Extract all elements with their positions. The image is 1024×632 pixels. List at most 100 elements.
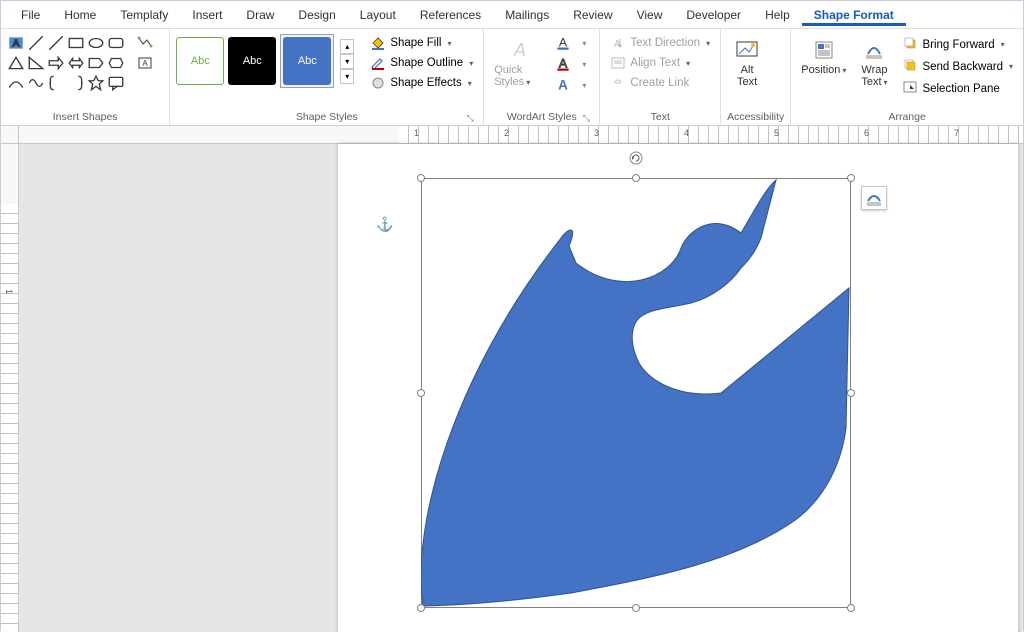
style-preset-1[interactable]: Abc	[176, 37, 224, 85]
anchor-icon[interactable]: ⚓	[376, 216, 393, 233]
menu-mailings[interactable]: Mailings	[493, 4, 561, 26]
svg-text:A: A	[559, 35, 568, 49]
menu-references[interactable]: References	[408, 4, 493, 26]
alt-text-label-2: Text	[737, 76, 757, 88]
h-ruler-tick: 7	[954, 128, 959, 138]
resize-handle-ml[interactable]	[417, 389, 425, 397]
text-direction-icon: A	[610, 35, 626, 51]
wrap-text-button[interactable]: Wrap Text	[854, 34, 894, 90]
shape-rtriangle-icon[interactable]	[27, 54, 45, 72]
resize-handle-bm[interactable]	[632, 604, 640, 612]
shape-hexagon-icon[interactable]	[107, 54, 125, 72]
shape-textbox-icon[interactable]: A	[7, 34, 25, 52]
style-gallery-down[interactable]: ▾	[340, 54, 354, 69]
shape-triangle-icon[interactable]	[7, 54, 25, 72]
shape-roundrect-icon[interactable]	[107, 34, 125, 52]
rotation-handle[interactable]	[628, 150, 644, 166]
text-outline-dropdown[interactable]: ▾	[575, 55, 593, 73]
svg-text:A: A	[142, 59, 148, 68]
shape-line2-icon[interactable]	[47, 34, 65, 52]
text-fill-dropdown[interactable]: ▾	[575, 34, 593, 52]
resize-handle-bl[interactable]	[417, 604, 425, 612]
menu-help[interactable]: Help	[753, 4, 802, 26]
shape-gallery[interactable]: A	[7, 34, 125, 92]
style-preset-2[interactable]: Abc	[228, 37, 276, 85]
draw-textbox-button[interactable]: A	[135, 54, 155, 72]
wordart-launcher[interactable]: ⤡	[581, 113, 591, 123]
shape-selection[interactable]	[421, 178, 851, 608]
alt-text-button[interactable]: Alt Text	[727, 34, 767, 90]
shape-doublearrow-icon[interactable]	[67, 54, 85, 72]
selection-pane-icon	[902, 79, 918, 98]
resize-handle-tm[interactable]	[632, 174, 640, 182]
resize-handle-tl[interactable]	[417, 174, 425, 182]
menu-bar: File Home Templafy Insert Draw Design La…	[1, 1, 1023, 29]
shape-star-icon[interactable]	[87, 74, 105, 92]
shape-fill-button[interactable]: Shape Fill	[366, 34, 477, 52]
shape-outline-button[interactable]: Shape Outline	[366, 54, 477, 72]
layout-options-button[interactable]	[861, 186, 887, 210]
menu-file[interactable]: File	[9, 4, 52, 26]
position-button[interactable]: Position	[797, 34, 850, 78]
selection-pane-button[interactable]: Selection Pane	[898, 78, 1017, 99]
vertical-ruler[interactable]: 1	[1, 144, 19, 632]
shape-effects-button[interactable]: Shape Effects	[366, 74, 477, 92]
menu-insert[interactable]: Insert	[180, 4, 234, 26]
style-preset-3-active[interactable]: Abc	[283, 37, 331, 85]
shape-pentagon-icon[interactable]	[87, 54, 105, 72]
effects-icon	[370, 75, 386, 91]
horizontal-ruler[interactable]: 1 2 3 4 5 6 7	[19, 126, 1023, 144]
svg-text:A: A	[513, 40, 526, 60]
menu-review[interactable]: Review	[561, 4, 624, 26]
shape-rect-icon[interactable]	[67, 34, 85, 52]
group-label-insert-shapes: Insert Shapes	[7, 109, 163, 125]
freeform-shape[interactable]	[421, 178, 851, 608]
style-gallery-more[interactable]: ▾	[340, 69, 354, 84]
group-label-text: Text	[606, 109, 714, 125]
text-effects-dropdown[interactable]: ▾	[575, 76, 593, 94]
quick-styles-button[interactable]: A Quick Styles	[490, 34, 550, 90]
shape-curve-icon[interactable]	[27, 74, 45, 92]
send-backward-button[interactable]: Send Backward	[898, 56, 1017, 77]
align-text-icon	[610, 55, 626, 71]
create-link-label: Create Link	[630, 77, 689, 89]
menu-developer[interactable]: Developer	[674, 4, 753, 26]
edit-shape-button[interactable]	[135, 34, 155, 52]
text-outline-button[interactable]: A	[554, 55, 572, 73]
group-label-accessibility: Accessibility	[727, 109, 784, 125]
menu-draw[interactable]: Draw	[234, 4, 286, 26]
menu-shape-format[interactable]: Shape Format	[802, 4, 906, 26]
shape-callout-icon[interactable]	[107, 74, 125, 92]
menu-templafy[interactable]: Templafy	[108, 4, 180, 26]
shape-arrow-icon[interactable]	[47, 54, 65, 72]
shape-line-icon[interactable]	[27, 34, 45, 52]
shape-oval-icon[interactable]	[87, 34, 105, 52]
ruler-corner	[1, 126, 19, 144]
wrap-text-label-2: Text	[861, 76, 887, 88]
resize-handle-mr[interactable]	[847, 389, 855, 397]
shape-styles-launcher[interactable]: ⤡	[465, 113, 475, 123]
bring-forward-button[interactable]: Bring Forward	[898, 34, 1017, 55]
align-text-button[interactable]: Align Text	[606, 54, 714, 72]
shape-brace-icon[interactable]	[47, 74, 65, 92]
menu-layout[interactable]: Layout	[348, 4, 408, 26]
text-effects-button[interactable]: A	[554, 76, 572, 94]
resize-handle-br[interactable]	[847, 604, 855, 612]
menu-home[interactable]: Home	[52, 4, 108, 26]
text-fill-button[interactable]: A	[554, 34, 572, 52]
menu-view[interactable]: View	[625, 4, 675, 26]
shape-brace2-icon[interactable]	[67, 74, 85, 92]
group-accessibility: Alt Text Accessibility	[721, 29, 791, 125]
style-gallery-up[interactable]: ▴	[340, 39, 354, 54]
create-link-button[interactable]: Create Link	[606, 74, 714, 92]
svg-text:A: A	[13, 38, 20, 49]
h-ruler-tick: 3	[594, 128, 599, 138]
menu-design[interactable]: Design	[286, 4, 347, 26]
text-direction-button[interactable]: A Text Direction	[606, 34, 714, 52]
resize-handle-tr[interactable]	[847, 174, 855, 182]
shape-arc-icon[interactable]	[7, 74, 25, 92]
position-icon	[808, 36, 840, 64]
alt-text-icon	[731, 36, 763, 64]
group-text: A Text Direction Align Text Create Link …	[600, 29, 721, 125]
v-ruler-tick: 1	[4, 289, 14, 294]
